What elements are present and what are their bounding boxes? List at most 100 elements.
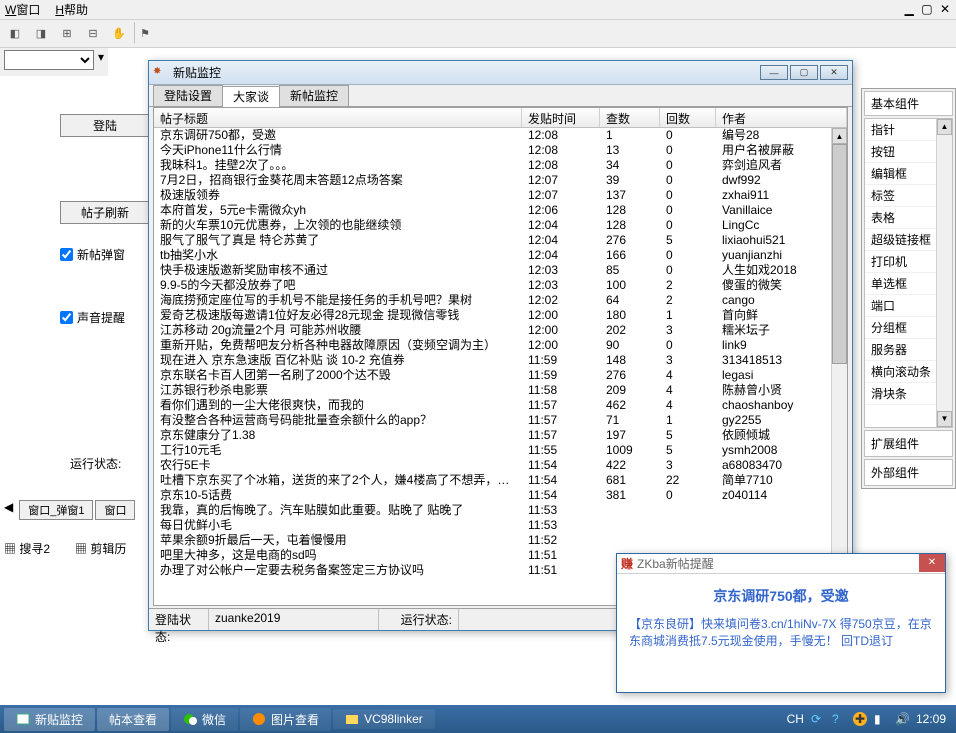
tool-1[interactable]: ◧ <box>4 22 26 44</box>
window-close-button[interactable]: ✕ <box>820 65 848 80</box>
combo-select[interactable] <box>4 50 94 70</box>
palette-scroll-up-icon[interactable]: ▲ <box>937 119 952 135</box>
scroll-up-icon[interactable]: ▲ <box>832 128 847 144</box>
col-title[interactable]: 帖子标题 <box>154 108 522 127</box>
taskbar-item-wechat[interactable]: 微信 <box>171 708 238 731</box>
close-icon[interactable]: ✕ <box>940 2 950 16</box>
table-row[interactable]: 看你们遇到的一尘大佬很爽快，而我的11:574624chaoshanboy <box>154 398 831 413</box>
tab-window[interactable]: 窗口 <box>95 500 135 520</box>
table-row[interactable]: 京东调研750都，受邀12:0810编号28 <box>154 128 831 143</box>
table-row[interactable]: 海底捞预定座位写的手机号不能是接任务的手机号吧？果树12:02642cango <box>154 293 831 308</box>
vertical-scrollbar[interactable]: ▲ ▼ <box>831 128 847 605</box>
col-time[interactable]: 发贴时间 <box>522 108 600 127</box>
tab-popup-window1[interactable]: 窗口_弹窗1 <box>19 500 93 520</box>
taskbar-item-vc98[interactable]: VC98linker <box>333 709 435 729</box>
minimize-icon[interactable]: ▁ <box>905 2 914 16</box>
table-row[interactable]: tb抽奖小水12:041660yuanjianzhi <box>154 248 831 263</box>
scroll-thumb[interactable] <box>832 144 847 364</box>
palette-scrollbar[interactable]: ▲ ▼ <box>936 119 952 427</box>
tab-login-settings[interactable]: 登陆设置 <box>153 85 223 106</box>
tray-sync-icon[interactable]: ⟳ <box>811 712 825 726</box>
table-row[interactable]: 我昧科1。挂壁2次了。。。12:08340弈剑追风者 <box>154 158 831 173</box>
refresh-button[interactable]: 帖子刷新 <box>60 201 150 224</box>
table-row[interactable]: 京东健康分了1.3811:571975依顾倾城 <box>154 428 831 443</box>
notification-title[interactable]: 京东调研750都，受邀 <box>617 586 945 606</box>
col-views[interactable]: 查数 <box>600 108 660 127</box>
table-row[interactable]: 极速版领券12:071370zxhai911 <box>154 188 831 203</box>
window-minimize-button[interactable]: — <box>760 65 788 80</box>
taskbar-item-imageview[interactable]: 图片查看 <box>240 708 331 731</box>
palette-header-basic[interactable]: 基本组件 <box>864 91 953 116</box>
notification-header: 赚 ZKba新帖提醒 <box>617 554 945 574</box>
cell-author <box>716 533 831 548</box>
status-login-label: 登陆状态: <box>149 609 209 630</box>
tab-search2[interactable]: ▦ 搜寻2 <box>4 540 50 557</box>
titlebar[interactable]: ✸ 新贴监控 — ▢ ✕ <box>149 61 852 85</box>
table-row[interactable]: 7月2日，招商银行金葵花周末答题12点场答案12:07390dwf992 <box>154 173 831 188</box>
tray-network-icon[interactable]: ▮ <box>874 712 888 726</box>
table-row[interactable]: 重新开贴，免费帮吧友分析各种电器故障原因（变频空调为主）12:00900link… <box>154 338 831 353</box>
palette-header-extended[interactable]: 扩展组件 <box>864 430 953 457</box>
window-maximize-button[interactable]: ▢ <box>790 65 818 80</box>
login-button[interactable]: 登陆 <box>60 114 150 137</box>
notification-close-button[interactable]: ✕ <box>919 554 945 572</box>
table-row[interactable]: 我靠，真的后悔晚了。汽车贴膜如此重要。贴晚了 贴晚了11:53 <box>154 503 831 518</box>
menu-help[interactable]: H帮助 <box>55 0 88 19</box>
table-row[interactable]: 每日优鲜小毛11:53 <box>154 518 831 533</box>
cell-time: 11:51 <box>522 548 600 563</box>
table-row[interactable]: 9.9-5的今天都没放券了吧12:031002傻蛋的微笑 <box>154 278 831 293</box>
tool-2[interactable]: ◨ <box>30 22 52 44</box>
table-row[interactable]: 现在进入 京东急速版 百亿补贴 谈 10-2 充值券11:59148331341… <box>154 353 831 368</box>
cell-title: 苹果余额9折最后一天，屯着慢慢用 <box>154 533 522 548</box>
cell-author: a68083470 <box>716 458 831 473</box>
col-author[interactable]: 作者 <box>716 108 847 127</box>
table-row[interactable]: 本府首发，5元e卡需微众yh12:061280Vanillaice <box>154 203 831 218</box>
table-row[interactable]: 有没整合各种运营商号码能批量查余额什么的app？11:57711gy2255 <box>154 413 831 428</box>
tabs-prev-icon[interactable]: ◀ <box>4 500 17 520</box>
table-row[interactable]: 江苏移动 20g流量2个月 可能苏州收腰12:002023糯米坛子 <box>154 323 831 338</box>
taskbar-clock[interactable]: 12:09 <box>916 712 946 726</box>
hand-icon[interactable]: ✋ <box>108 22 130 44</box>
table-row[interactable]: 京东联名卡百人团第一名刷了2000个达不毁11:592764legasi <box>154 368 831 383</box>
palette-scroll-down-icon[interactable]: ▼ <box>937 411 952 427</box>
table-row[interactable]: 江苏银行秒杀电影票11:582094陈赫曾小贤 <box>154 383 831 398</box>
table-row[interactable]: 工行10元毛11:5510095ysmh2008 <box>154 443 831 458</box>
tray-volume-icon[interactable]: 🔊 <box>895 712 909 726</box>
ime-indicator[interactable]: CH <box>787 712 804 726</box>
menu-window[interactable]: W窗口 <box>5 0 40 19</box>
tab-discussion[interactable]: 大家谈 <box>222 86 280 107</box>
table-body[interactable]: 京东调研750都，受邀12:0810编号28今天iPhone11什么行情12:0… <box>154 128 831 605</box>
table-row[interactable]: 今天iPhone11什么行情12:08130用户名被屏蔽 <box>154 143 831 158</box>
sound-checkbox[interactable]: 声音提醒 <box>60 309 150 326</box>
maximize-icon[interactable]: ▢ <box>921 2 932 16</box>
popup-checkbox[interactable]: 新帖弹窗 <box>60 246 150 263</box>
tool-4[interactable]: ⊟ <box>82 22 104 44</box>
table-row[interactable]: 快手极速版邀新奖励审核不通过12:03850人生如戏2018 <box>154 263 831 278</box>
cell-title: 有没整合各种运营商号码能批量查余额什么的app？ <box>154 413 522 428</box>
tool-3[interactable]: ⊞ <box>56 22 78 44</box>
table-row[interactable]: 农行5E卡11:544223a68083470 <box>154 458 831 473</box>
notification-body[interactable]: 【京东良研】快来填问卷3.cn/1hiNv-7X 得750京豆，在京东商城消费抵… <box>617 606 945 660</box>
table-row[interactable]: 京东10-5话费11:543810z040114 <box>154 488 831 503</box>
palette-header-external[interactable]: 外部组件 <box>864 459 953 486</box>
tab-clip-history[interactable]: ▦ 剪辑历 <box>75 540 126 557</box>
cell-replies: 0 <box>660 218 716 233</box>
table-row[interactable]: 新的火车票10元优惠券，上次领的也能继续领12:041280LingCc <box>154 218 831 233</box>
tool-flag[interactable]: ⚑ <box>134 22 156 44</box>
taskbar-item-postview[interactable]: 帖本查看 <box>97 708 169 731</box>
table-row[interactable]: 吐槽下京东买了个冰箱，送货的来了2个人，嫌4楼高了不想弄，又不...11:546… <box>154 473 831 488</box>
app-icon: ✸ <box>153 66 167 80</box>
table-row[interactable]: 苹果余额9折最后一天，屯着慢慢用11:52 <box>154 533 831 548</box>
table-row[interactable]: 服气了服气了真是 特仑苏黄了12:042765lixiaohui521 <box>154 233 831 248</box>
combo-dropdown-icon[interactable]: ▾ <box>98 50 104 74</box>
tray-help-icon[interactable]: ? <box>832 712 846 726</box>
taskbar-item-monitor[interactable]: 新贴监控 <box>4 708 95 731</box>
cell-views: 1009 <box>600 443 660 458</box>
table-row[interactable]: 爱奇艺极速版每邀请1位好友必得28元现金 提现微信零钱12:001801首向鲜 <box>154 308 831 323</box>
cell-views: 90 <box>600 338 660 353</box>
cell-title: 京东健康分了1.38 <box>154 428 522 443</box>
tab-new-post-monitor[interactable]: 新帖监控 <box>279 85 349 106</box>
tray-shield-icon[interactable]: ✚ <box>853 712 867 726</box>
taskbar: 新贴监控 帖本查看 微信 图片查看 VC98linker CH ⟳ ? ✚ ▮ … <box>0 705 956 733</box>
col-replies[interactable]: 回数 <box>660 108 716 127</box>
